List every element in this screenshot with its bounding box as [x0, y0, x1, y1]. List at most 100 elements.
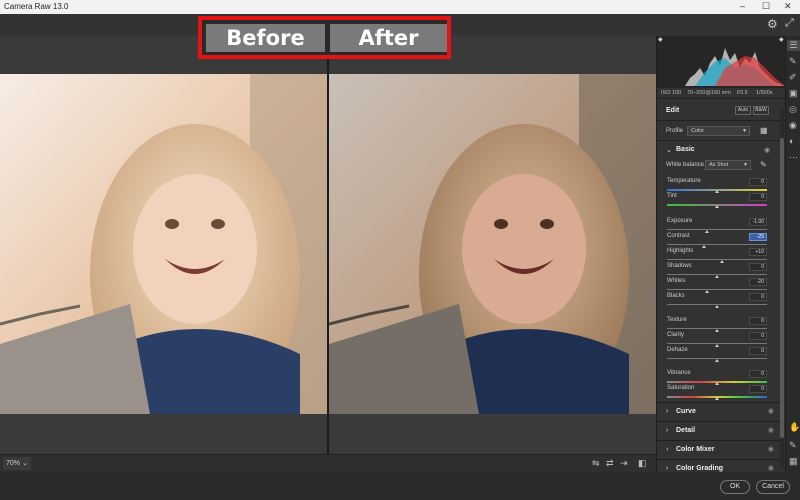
grid-icon[interactable]: ▦ [789, 456, 798, 467]
slider-thumb[interactable] [715, 305, 719, 308]
slider-label: Temperature [667, 178, 701, 184]
slider-value-field[interactable]: 0 [749, 370, 767, 378]
slider-thumb[interactable] [715, 344, 719, 347]
visibility-eye-icon[interactable]: ◉ [764, 146, 770, 154]
maximize-icon[interactable]: ☐ [762, 1, 770, 12]
panel-scrollbar[interactable] [780, 108, 784, 468]
slider-value-field[interactable]: 0 [749, 385, 767, 393]
chevron-right-icon: › [666, 446, 669, 453]
chevron-down-icon: ▼ [743, 162, 748, 168]
zoom-value: 70% [6, 460, 21, 467]
section-detail[interactable]: › Detail ◉ [657, 421, 780, 439]
redeye-icon[interactable]: ◉ [789, 120, 797, 131]
presets-icon[interactable]: ◐ [789, 136, 794, 146]
slider-label: Exposure [667, 218, 693, 224]
slider-thumb[interactable] [715, 329, 719, 332]
cancel-button[interactable]: Cancel [756, 480, 790, 494]
zoom-eyedropper-icon[interactable]: ✎ [789, 440, 797, 451]
before-after-toggle-icon[interactable]: ⇋ [592, 458, 600, 469]
section-color-mixer[interactable]: › Color Mixer ◉ [657, 440, 780, 458]
histogram: ◆ ◆ [657, 36, 786, 88]
copy-settings-icon[interactable]: ⇥ [620, 458, 628, 469]
radial-icon[interactable]: ◎ [789, 104, 797, 115]
section-curve[interactable]: › Curve ◉ [657, 402, 780, 420]
slider-value-field[interactable]: 0 [749, 317, 767, 325]
edit-sliders-icon[interactable]: ☰ [787, 40, 800, 51]
profile-dropdown[interactable]: Color ▼ [687, 126, 750, 136]
slider-thumb[interactable] [720, 260, 724, 263]
highlight-clip-icon[interactable]: ◆ [779, 36, 784, 43]
gradient-icon[interactable]: ▣ [789, 88, 798, 99]
slider-value-field[interactable]: 0 [749, 347, 767, 355]
slider-thumb[interactable] [715, 205, 719, 208]
view-bar: 70% ⌄ ⇋ ⇄ ⇥ ◧ [0, 454, 656, 472]
minimize-icon[interactable]: – [740, 1, 745, 11]
heal-icon[interactable]: ✎ [789, 56, 797, 67]
slider-value-field[interactable]: 0 [749, 293, 767, 301]
scrollbar-thumb[interactable] [780, 138, 784, 438]
chevron-right-icon: › [666, 427, 669, 434]
swap-icon[interactable]: ⇄ [606, 458, 614, 469]
section-label: Curve [676, 408, 696, 415]
slider-thumb[interactable] [715, 397, 719, 400]
fullscreen-icon[interactable]: ⤢ [785, 17, 794, 30]
section-label: Detail [676, 427, 696, 434]
brush-icon[interactable]: ✐ [789, 72, 797, 83]
slider-value-field[interactable]: 0 [749, 178, 767, 186]
profile-value: Color [691, 128, 705, 134]
slider-value-field[interactable]: -20 [749, 278, 767, 286]
slider-thumb[interactable] [702, 245, 706, 248]
eyedropper-icon[interactable]: ✎ [760, 160, 767, 169]
basic-title[interactable]: Basic [676, 146, 695, 153]
slider-value-field[interactable]: -25 [749, 233, 767, 241]
ok-button[interactable]: OK [720, 480, 750, 494]
bw-button[interactable]: B&W [753, 106, 769, 115]
slider-label: Contrast [667, 233, 690, 239]
auto-button[interactable]: Auto [735, 106, 751, 115]
close-icon[interactable]: ✕ [784, 1, 792, 12]
slider-thumb[interactable] [705, 230, 709, 233]
visibility-eye-icon[interactable]: ◉ [768, 445, 774, 453]
slider-track[interactable] [667, 244, 767, 245]
slider-track[interactable] [667, 229, 767, 230]
exif-lens: 70–200@160 mm [687, 90, 731, 96]
slider-thumb[interactable] [715, 190, 719, 193]
visibility-eye-icon[interactable]: ◉ [768, 464, 774, 472]
white-balance-dropdown[interactable]: As Shot ▼ [705, 160, 751, 170]
split-divider[interactable] [327, 36, 329, 454]
gear-icon[interactable]: ⚙ [767, 17, 778, 31]
chevron-right-icon: › [666, 465, 669, 472]
visibility-eye-icon[interactable]: ◉ [768, 426, 774, 434]
slider-thumb[interactable] [715, 275, 719, 278]
more-icon[interactable]: ⋯ [789, 152, 798, 163]
slider-label: Dehaze [667, 347, 688, 353]
slider-track[interactable] [667, 259, 767, 260]
profile-browser-icon[interactable]: ▦ [760, 126, 768, 135]
before-after-highlight: Before After [198, 16, 451, 59]
slider-thumb[interactable] [715, 359, 719, 362]
slider-thumb[interactable] [715, 382, 719, 385]
slider-thumb[interactable] [705, 290, 709, 293]
slider-value-field[interactable]: 0 [749, 332, 767, 340]
slider-label: Vibrance [667, 370, 691, 376]
slider-label: Clarity [667, 332, 685, 338]
dialog-footer: OK Cancel [0, 472, 800, 500]
chevron-down-icon[interactable]: ⌄ [666, 146, 672, 154]
before-label: Before [206, 24, 325, 52]
slider-value-field[interactable]: -1.00 [749, 218, 767, 226]
chevron-down-icon: ▼ [742, 128, 747, 134]
slider-value-field[interactable]: 0 [749, 193, 767, 201]
after-label: After [330, 24, 447, 52]
window-title: Camera Raw 13.0 [4, 2, 69, 11]
slider-track[interactable] [667, 289, 767, 290]
toggle-view-icon[interactable]: ◧ [638, 458, 647, 469]
shadow-clip-icon[interactable]: ◆ [658, 36, 663, 43]
slider-value-field[interactable]: +10 [749, 248, 767, 256]
section-label: Color Mixer [676, 446, 715, 453]
slider-value-field[interactable]: 0 [749, 263, 767, 271]
exif-shutter: 1/500s [756, 90, 773, 96]
zoom-select[interactable]: 70% ⌄ [3, 457, 31, 470]
visibility-eye-icon[interactable]: ◉ [768, 407, 774, 415]
hand-icon[interactable]: ✋ [789, 422, 800, 433]
exif-iso: ISO 100 [661, 90, 682, 96]
